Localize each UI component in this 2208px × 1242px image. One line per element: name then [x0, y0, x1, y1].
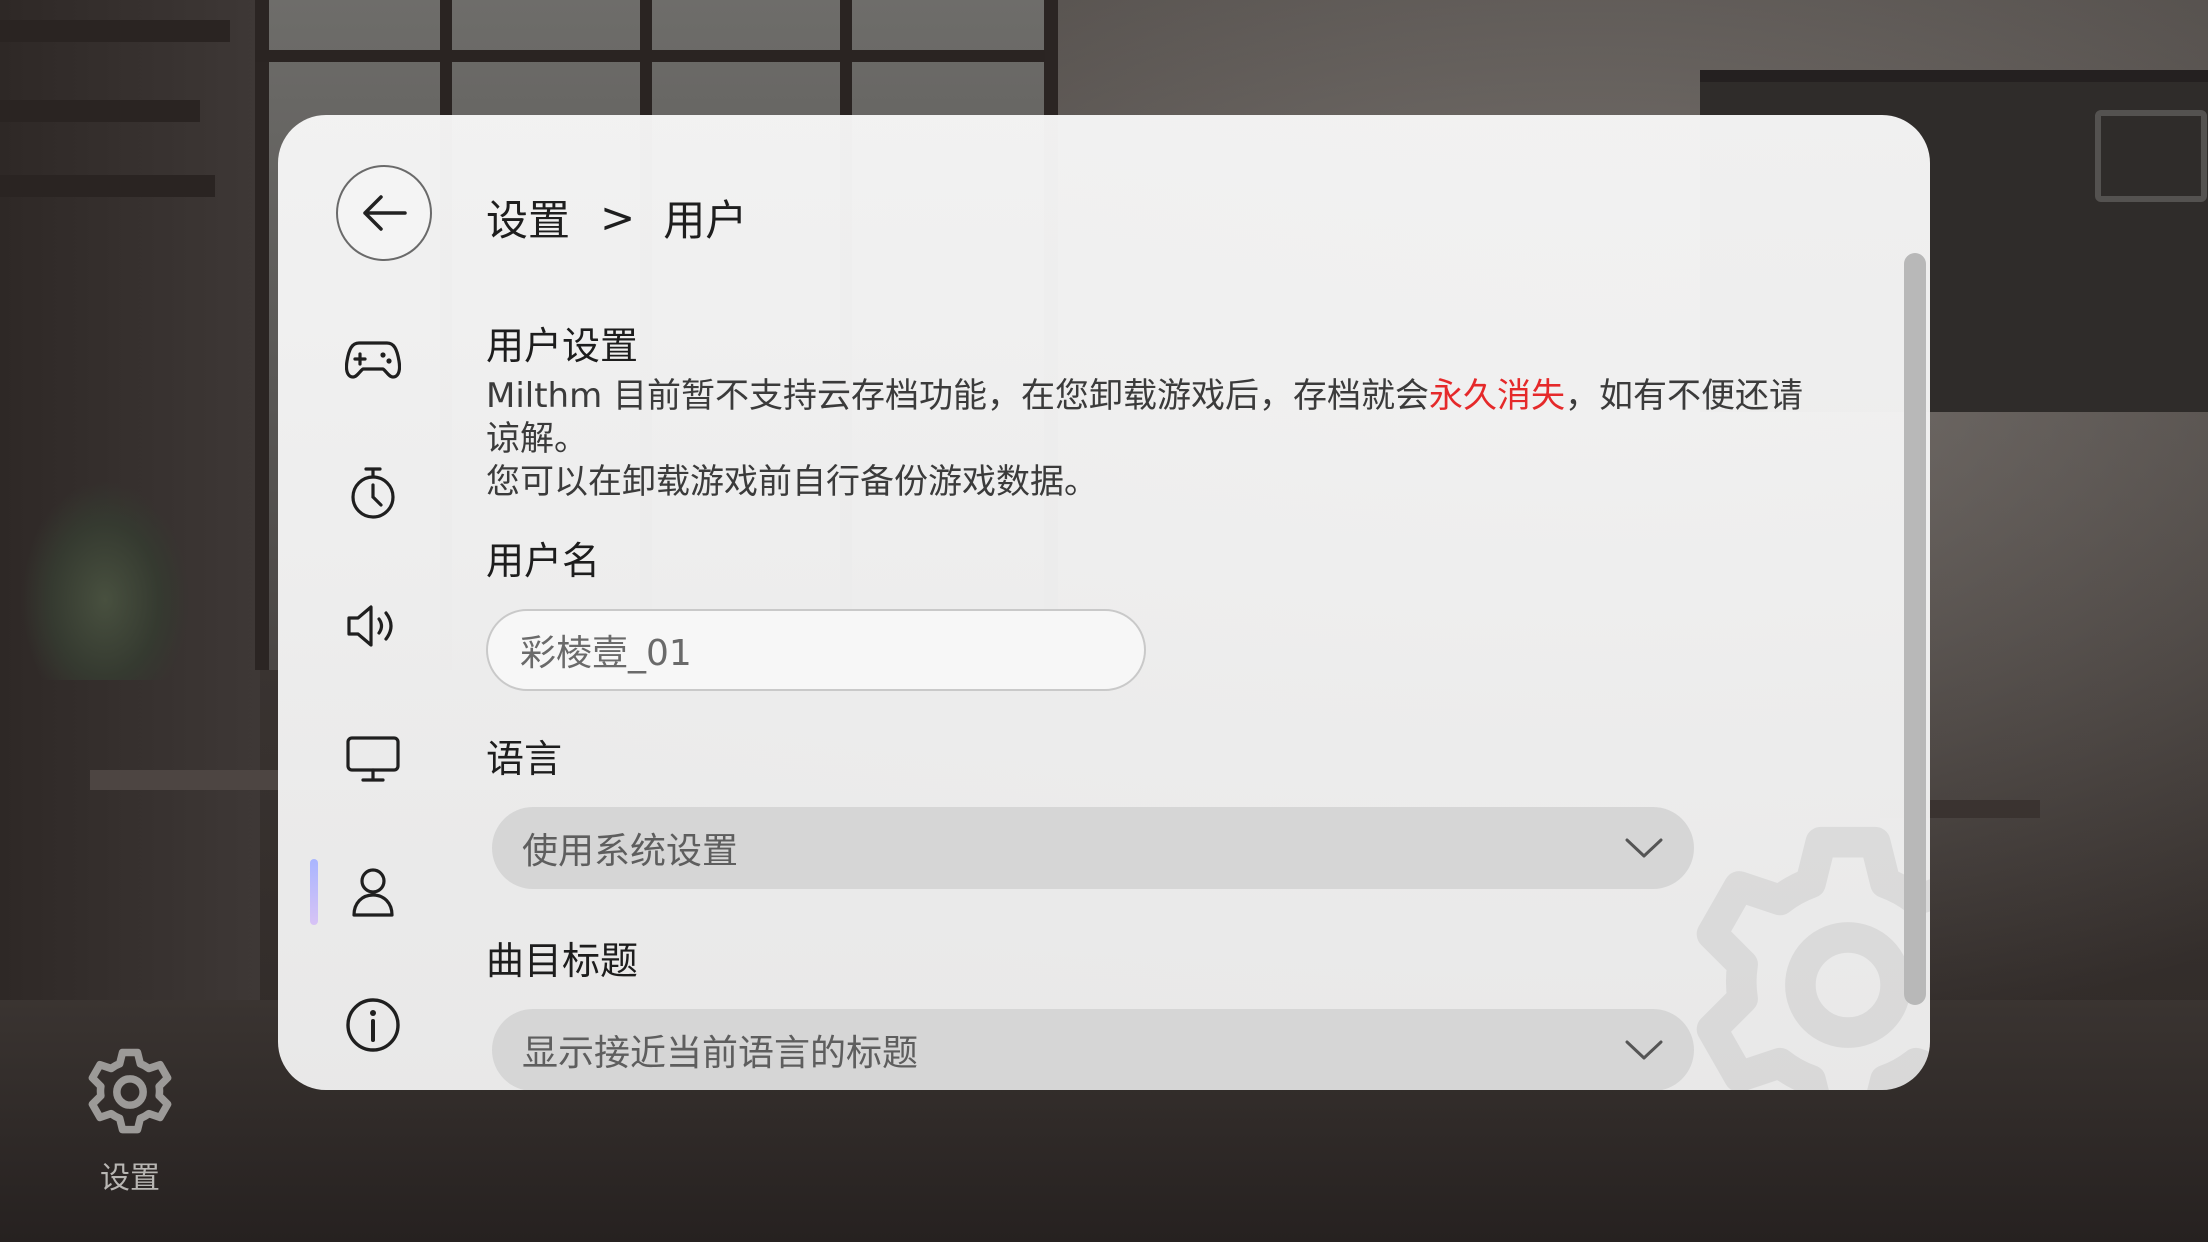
language-dropdown[interactable]: 使用系统设置 [492, 807, 1694, 889]
nav-item-audio[interactable] [308, 581, 438, 671]
song-title-dropdown[interactable]: 显示接近当前语言的标题 [492, 1009, 1694, 1090]
user-icon [352, 868, 394, 917]
background-plant [20, 480, 190, 680]
speaker-icon [347, 605, 393, 647]
chevron-down-icon [1624, 1030, 1664, 1070]
gear-icon [88, 1048, 172, 1134]
gamepad-icon [345, 341, 401, 379]
arrow-left-icon [363, 195, 407, 231]
background-shelf [0, 175, 215, 197]
monitor-icon [346, 736, 400, 782]
info-icon [346, 998, 400, 1052]
language-label: 语言 [486, 737, 563, 781]
username-input[interactable] [486, 609, 1146, 691]
user-settings-title: 用户设置 [486, 324, 639, 368]
song-title-selected-value: 显示接近当前语言的标题 [522, 1033, 919, 1074]
chevron-down-icon [1624, 828, 1664, 868]
corner-settings-label: 设置 [100, 1161, 160, 1196]
breadcrumb-parent[interactable]: 设置 [486, 187, 570, 248]
description-text: Milthm 目前暂不支持云存档功能，在您卸载游戏后，存档就会 [486, 376, 1430, 416]
scrollbar[interactable] [1904, 253, 1926, 1005]
breadcrumb: 设置 > 用户 [486, 187, 747, 248]
background-book-icon [2095, 110, 2207, 202]
gear-watermark-icon [1696, 826, 1930, 1090]
breadcrumb-separator: > [600, 193, 636, 242]
nav-item-gameplay[interactable] [308, 315, 438, 405]
background-window-frame [255, 50, 1045, 62]
background-shelf [0, 20, 230, 42]
nav-item-about[interactable] [308, 980, 438, 1070]
breadcrumb-current: 用户 [663, 196, 748, 245]
active-indicator [310, 859, 318, 925]
nav-item-user[interactable] [308, 847, 438, 937]
settings-panel: 设置 > 用户 用户设置 Milthm 目前暂不支持云存档功能，在您卸载游戏后，… [278, 115, 1930, 1090]
username-label: 用户名 [486, 539, 601, 583]
description-warning: 永久消失 [1429, 376, 1566, 416]
background-shelf [0, 100, 200, 122]
user-settings-description: Milthm 目前暂不支持云存档功能，在您卸载游戏后，存档就会永久消失，如有不便… [486, 375, 1816, 504]
corner-settings-button[interactable]: 设置 [78, 1045, 182, 1197]
back-button[interactable] [336, 165, 432, 261]
nav-item-timing[interactable] [308, 448, 438, 538]
song-title-label: 曲目标题 [486, 939, 639, 983]
language-selected-value: 使用系统设置 [522, 831, 739, 872]
stopwatch-icon [351, 467, 395, 519]
nav-item-display[interactable] [308, 714, 438, 804]
description-text: 您可以在卸载游戏前自行备份游戏数据。 [486, 462, 1098, 502]
